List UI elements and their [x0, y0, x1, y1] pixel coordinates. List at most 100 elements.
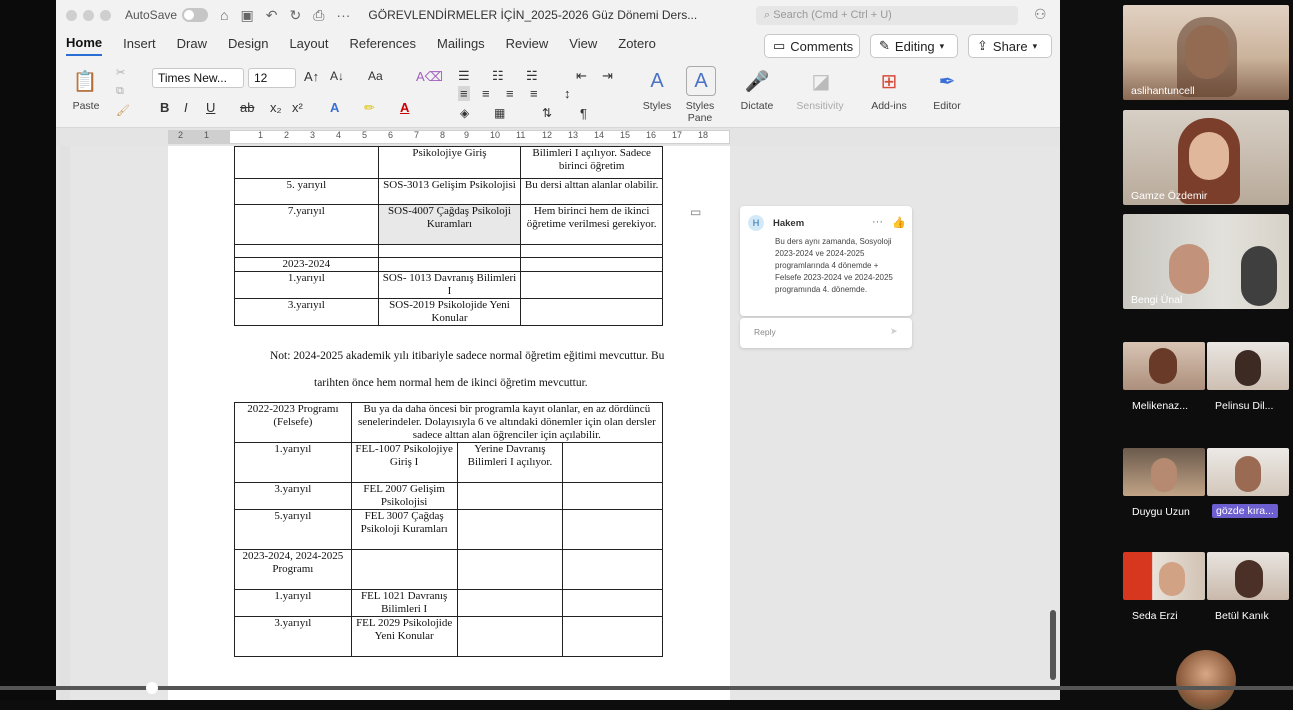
participant-avatar[interactable]	[1176, 650, 1236, 710]
borders-icon[interactable]: ▦	[494, 106, 505, 120]
increase-font-icon[interactable]: A↑	[304, 69, 319, 84]
video-progress-track[interactable]	[0, 686, 1293, 690]
decrease-indent-icon[interactable]: ⇤	[576, 68, 587, 84]
note-paragraph-line1[interactable]: Not: 2024-2025 akademik yılı itibariyle …	[270, 350, 664, 362]
video-progress-handle[interactable]	[146, 682, 158, 694]
tab-draw[interactable]: Draw	[177, 36, 207, 55]
tab-review[interactable]: Review	[506, 36, 549, 55]
more-options-icon[interactable]: ···	[872, 216, 883, 228]
document-page[interactable]: Psikolojiye Giriş Bilimleri I açılıyor. …	[168, 146, 730, 700]
table-cell[interactable]: 3.yarıyıl	[234, 616, 352, 657]
table-cell[interactable]	[234, 146, 379, 179]
styles-icon[interactable]: A	[642, 66, 672, 96]
microphone-icon[interactable]: 🎤	[742, 66, 772, 96]
tab-zotero[interactable]: Zotero	[618, 36, 656, 55]
video-tile[interactable]	[1123, 342, 1205, 390]
video-tile[interactable]: aslihantuncell	[1123, 5, 1289, 100]
table-cell[interactable]	[562, 616, 663, 657]
tab-references[interactable]: References	[350, 36, 416, 55]
table-cell[interactable]: SOS-3013 Gelişim Psikolojisi	[377, 178, 522, 205]
add-ins-icon[interactable]: ⊞	[874, 66, 904, 96]
table-cell[interactable]	[562, 442, 663, 483]
table-cell[interactable]	[377, 244, 522, 258]
editing-button[interactable]: ✎ Editing ▾	[870, 34, 958, 58]
horizontal-ruler[interactable]: 2 1 1 2 3 4 5 6 7 8 9 10 11 12 13 14 15 …	[56, 128, 1060, 146]
like-icon[interactable]: 👍	[892, 216, 906, 229]
comments-button[interactable]: ▭ Comments	[764, 34, 860, 58]
table-cell[interactable]: Bilimleri I açılıyor. Sadece birinci öğr…	[520, 146, 663, 179]
reply-input[interactable]: Reply ➤	[740, 318, 912, 348]
table-cell[interactable]	[520, 271, 663, 299]
table-cell[interactable]: Hem birinci hem de ikinci öğretime veril…	[520, 204, 663, 245]
align-left-icon[interactable]: ≡	[458, 86, 470, 101]
save-icon[interactable]: ▣	[241, 7, 254, 24]
justify-icon[interactable]: ≡	[530, 86, 538, 101]
tab-mailings[interactable]: Mailings	[437, 36, 485, 55]
align-center-icon[interactable]: ≡	[482, 86, 490, 101]
table-cell[interactable]: SOS-2019 Psikolojide Yeni Konular	[377, 298, 522, 326]
video-tile[interactable]: Gamze Özdemir	[1123, 110, 1289, 205]
video-tile[interactable]	[1207, 552, 1289, 600]
show-formatting-icon[interactable]: ¶	[580, 106, 587, 121]
table-cell[interactable]: 3.yarıyıl	[234, 298, 379, 326]
tab-view[interactable]: View	[569, 36, 597, 55]
clear-formatting-icon[interactable]: A⌫	[416, 69, 443, 85]
table-cell[interactable]	[562, 509, 663, 550]
zoom-window-button[interactable]	[100, 9, 111, 21]
table-cell[interactable]: FEL 2007 Gelişim Psikolojisi	[350, 482, 458, 510]
cut-icon[interactable]: ✂	[116, 66, 125, 79]
multilevel-list-icon[interactable]: ☵	[526, 68, 538, 84]
autosave-toggle[interactable]	[182, 8, 209, 22]
strikethrough-icon[interactable]: ab	[240, 100, 254, 115]
redo-icon[interactable]: ↻	[289, 7, 301, 24]
vertical-scrollbar[interactable]	[1050, 610, 1056, 680]
table-cell[interactable]	[562, 482, 663, 510]
tab-insert[interactable]: Insert	[123, 36, 156, 55]
table-cell[interactable]: FEL 3007 Çağdaş Psikoloji Kuramları	[350, 509, 458, 550]
editor-icon[interactable]: ✒	[932, 66, 962, 96]
table-cell[interactable]	[456, 616, 564, 657]
minimize-window-button[interactable]	[83, 9, 94, 21]
video-tile[interactable]: Bengi Ünal	[1123, 214, 1289, 309]
table-cell[interactable]	[456, 549, 564, 590]
table-cell[interactable]: 3.yarıyıl	[234, 482, 352, 510]
table-cell[interactable]	[377, 257, 522, 272]
shading-icon[interactable]: ◈	[460, 106, 469, 120]
table-cell[interactable]: FEL 2029 Psikolojide Yeni Konular	[350, 616, 458, 657]
increase-indent-icon[interactable]: ⇥	[602, 68, 613, 84]
line-spacing-icon[interactable]: ↕	[564, 86, 571, 101]
superscript-icon[interactable]: x²	[292, 100, 303, 115]
video-tile[interactable]	[1207, 448, 1289, 496]
table-cell[interactable]	[456, 589, 564, 617]
table-cell[interactable]: 1.yarıyıl	[234, 271, 379, 299]
table-cell[interactable]	[350, 549, 458, 590]
table-cell[interactable]: Yerine Davranış Bilimleri I açılıyor.	[456, 442, 564, 483]
table-cell[interactable]	[520, 298, 663, 326]
align-right-icon[interactable]: ≡	[506, 86, 514, 101]
bold-icon[interactable]: B	[160, 100, 169, 115]
undo-icon[interactable]: ↶	[266, 7, 278, 24]
text-effects-icon[interactable]: A	[330, 100, 339, 115]
note-paragraph-line2[interactable]: tarihten önce hem normal hem de ikinci ö…	[314, 377, 588, 389]
table-cell[interactable]: 2023-2024, 2024-2025 Programı	[234, 549, 352, 590]
table-cell[interactable]	[562, 589, 663, 617]
search-input[interactable]: ⌕ Search (Cmd + Ctrl + U)	[756, 6, 1018, 25]
table-cell[interactable]: 2023-2024	[234, 257, 379, 272]
font-name-select[interactable]: Times New...	[152, 68, 244, 88]
paste-icon[interactable]: 📋	[70, 66, 100, 96]
table-cell[interactable]: 1.yarıyıl	[234, 442, 352, 483]
table-cell[interactable]: 1.yarıyıl	[234, 589, 352, 617]
table-cell[interactable]: FEL 1021 Davranış Bilimleri I	[350, 589, 458, 617]
send-icon[interactable]: ➤	[890, 326, 898, 337]
tab-layout[interactable]: Layout	[289, 36, 328, 55]
table-cell[interactable]	[520, 244, 663, 258]
table-cell[interactable]	[456, 509, 564, 550]
more-icon[interactable]: ···	[336, 7, 350, 23]
table-cell[interactable]: 2022-2023 Programı (Felsefe)	[234, 402, 352, 443]
table-cell[interactable]	[562, 549, 663, 590]
autosave-control[interactable]: AutoSave	[125, 8, 209, 22]
bullets-icon[interactable]: ☰	[458, 68, 470, 84]
copy-icon[interactable]: ⧉	[116, 85, 124, 98]
styles-pane-icon[interactable]: A	[686, 66, 716, 96]
sensitivity-icon[interactable]: ◪	[806, 66, 836, 96]
